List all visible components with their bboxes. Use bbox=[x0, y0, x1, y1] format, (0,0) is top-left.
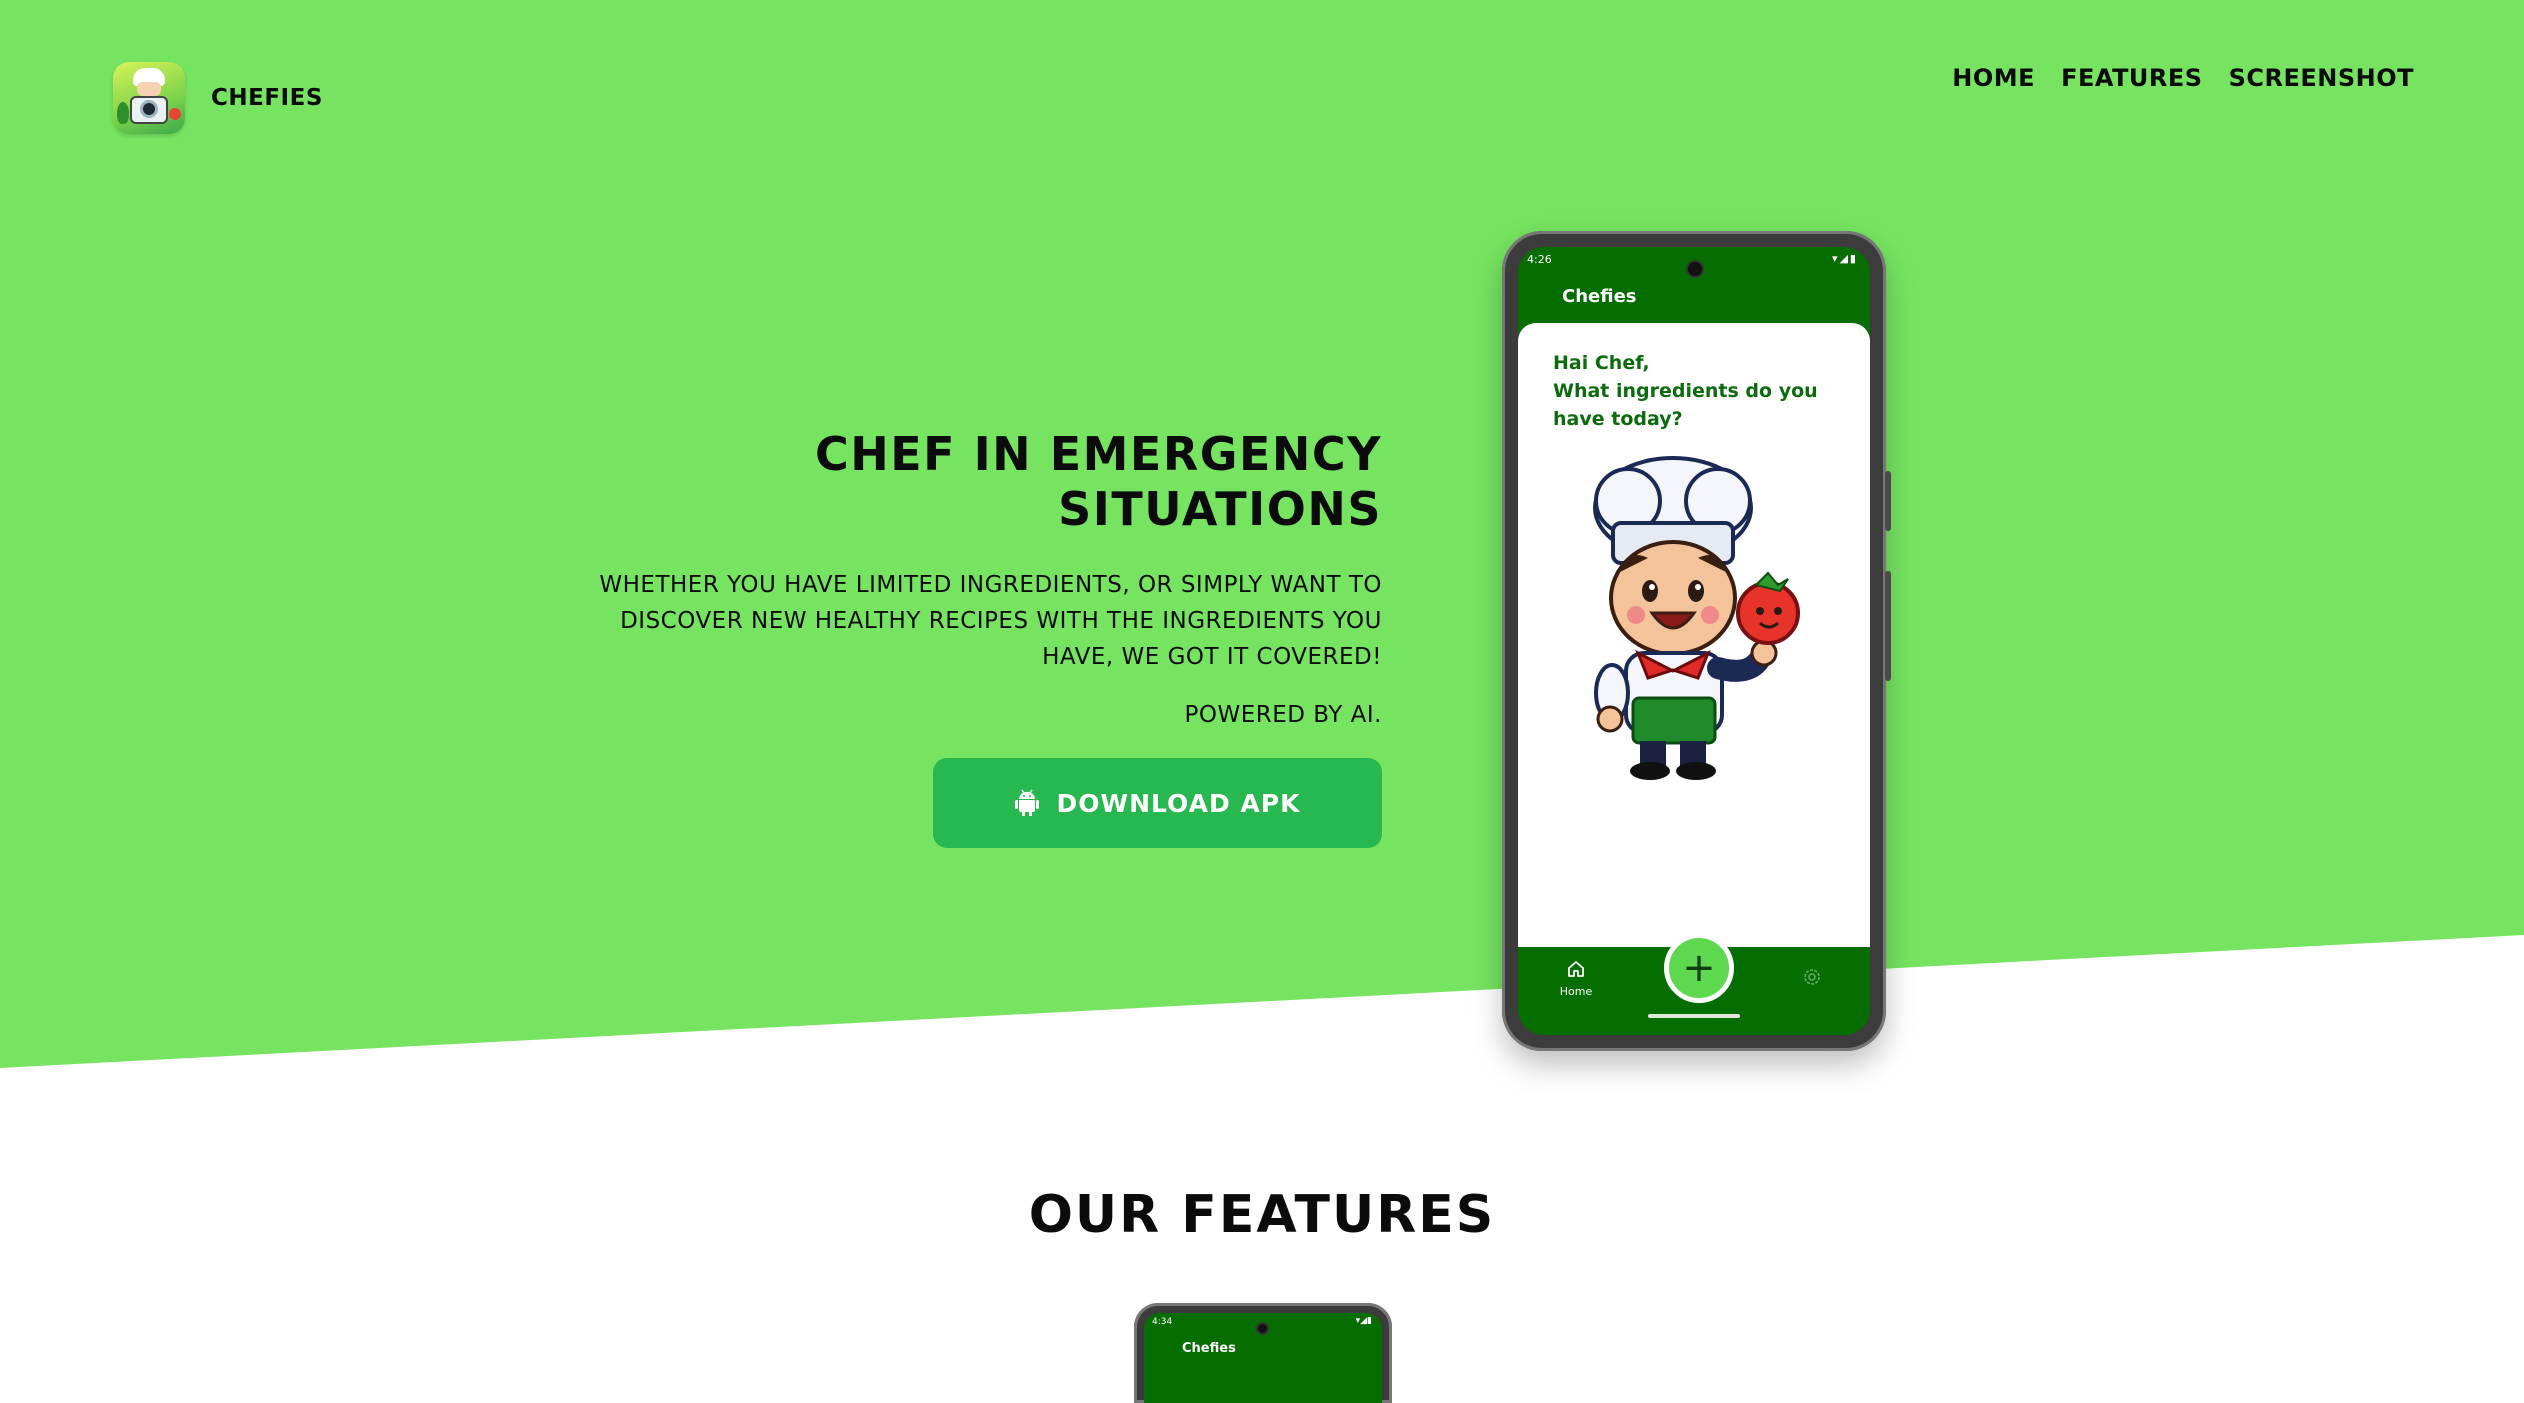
features-phone-screen: 4:34 ▾◢▮ Chefies bbox=[1144, 1313, 1382, 1403]
front-camera bbox=[1686, 260, 1704, 278]
bottom-nav-home[interactable]: Home bbox=[1546, 959, 1606, 998]
android-icon bbox=[1014, 789, 1039, 816]
home-icon bbox=[1568, 961, 1584, 977]
features-title: OUR FEATURES bbox=[1028, 1185, 1496, 1245]
greeting-line2: What ingredients do you have today? bbox=[1553, 380, 1818, 430]
app-title: Chefies bbox=[1562, 286, 1637, 307]
chef-camera-logo bbox=[113, 62, 185, 134]
nav-features-link[interactable]: FEATURES bbox=[2061, 64, 2203, 92]
status-icons: ▾◢▮ bbox=[1831, 252, 1858, 265]
features-status-time: 4:34 bbox=[1152, 1317, 1173, 1327]
features-status-icons: ▾◢▮ bbox=[1355, 1316, 1372, 1326]
hero-title: CHEF IN EMERGENCY SITUATIONS bbox=[560, 427, 1382, 537]
main-nav: HOME FEATURES SCREENSHOT bbox=[1952, 64, 2414, 92]
status-time: 4:26 bbox=[1527, 253, 1552, 266]
powered-by-text: POWERED BY AI. bbox=[1184, 702, 1382, 728]
add-ingredients-button[interactable]: + bbox=[1664, 933, 1734, 1003]
bottom-nav-home-label: Home bbox=[1559, 985, 1593, 998]
features-front-camera bbox=[1256, 1322, 1269, 1335]
home-indicator bbox=[1648, 1014, 1740, 1018]
greeting-text: Hai Chef, What ingredients do you have t… bbox=[1553, 349, 1843, 433]
brand-name: CHEFIES bbox=[211, 85, 323, 111]
hero-text: CHEF IN EMERGENCY SITUATIONS WHETHER YOU… bbox=[560, 427, 1382, 733]
features-phone-mockup: 4:34 ▾◢▮ Chefies bbox=[1134, 1303, 1392, 1403]
hero-description: WHETHER YOU HAVE LIMITED INGREDIENTS, OR… bbox=[599, 572, 1382, 670]
greeting-card: Hai Chef, What ingredients do you have t… bbox=[1518, 323, 1870, 963]
download-apk-label: DOWNLOAD APK bbox=[1056, 788, 1301, 818]
download-apk-button[interactable]: DOWNLOAD APK bbox=[933, 758, 1382, 848]
phone-screen: 4:26 ▾◢▮ Chefies Hai Chef, What ingredie… bbox=[1518, 247, 1870, 1035]
greeting-line1: Hai Chef, bbox=[1553, 352, 1650, 374]
features-app-title: Chefies bbox=[1182, 1341, 1236, 1356]
nav-home-link[interactable]: HOME bbox=[1952, 64, 2035, 92]
chef-mascot-icon bbox=[1593, 456, 1800, 780]
hero-title-line2: SITUATIONS bbox=[1058, 482, 1382, 536]
phone-mockup: 4:26 ▾◢▮ Chefies Hai Chef, What ingredie… bbox=[1502, 231, 1891, 1051]
hero-title-line1: CHEF IN EMERGENCY bbox=[814, 427, 1382, 481]
nav-screenshot-link[interactable]: SCREENSHOT bbox=[2229, 64, 2414, 92]
gear-icon[interactable] bbox=[1801, 966, 1823, 988]
brand[interactable]: CHEFIES bbox=[113, 62, 323, 134]
